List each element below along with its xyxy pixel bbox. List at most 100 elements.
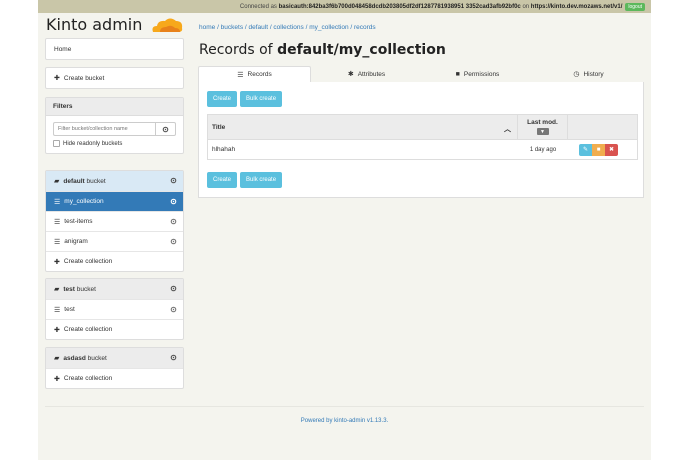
collection-name: my_collection: [64, 198, 104, 205]
list-icon: ☰: [54, 198, 61, 206]
bucket-suffix: bucket: [76, 285, 96, 293]
gear-icon: [162, 126, 169, 132]
create-record-button[interactable]: Create: [207, 91, 238, 107]
column-title-label: Title: [212, 123, 226, 131]
gear-icon: ✱: [347, 71, 354, 78]
home-link-label: Home: [54, 45, 72, 53]
bucket-header-default[interactable]: ▰ default bucket: [46, 171, 183, 191]
record-permissions-button[interactable]: ■: [592, 143, 605, 156]
records-table: Title ︿ Last mod. ▼ hlhahah 1 day ago ✎ …: [207, 114, 638, 160]
tab-label: Attributes: [357, 70, 386, 78]
checkbox-box[interactable]: [53, 140, 60, 147]
folder-icon: ▰: [54, 355, 60, 362]
pencil-icon: ✎: [582, 147, 589, 153]
collection-settings-icon[interactable]: [170, 238, 177, 245]
list-icon: ☰: [237, 71, 244, 79]
filter-settings-button[interactable]: [154, 122, 176, 136]
bucket-settings-icon[interactable]: [170, 177, 177, 184]
column-header-actions: [568, 115, 637, 139]
tab-records[interactable]: ☰ Records: [198, 66, 311, 82]
create-bucket-button[interactable]: ✚ Create bucket: [46, 68, 183, 88]
table-header: Title ︿ Last mod. ▼: [207, 114, 638, 140]
create-collection-label: Create collection: [63, 258, 113, 265]
sidebar-item-test-items[interactable]: ☰ test-items: [46, 211, 183, 231]
plus-icon: ✚: [54, 258, 60, 266]
home-panel: Home: [45, 38, 184, 60]
bucket-suffix: bucket: [87, 354, 107, 362]
sidebar-item-anigram[interactable]: ☰ anigram: [46, 231, 183, 251]
sidebar-item-test[interactable]: ☰ test: [46, 299, 183, 319]
create-record-button[interactable]: Create: [207, 172, 238, 188]
column-last-mod-label: Last mod.: [527, 119, 558, 126]
page-title-name: default/my_collection: [277, 42, 446, 58]
session-server: https://kinto.dev.mozaws.net/v1/: [530, 3, 623, 10]
delete-record-button[interactable]: ✖: [605, 143, 618, 156]
create-bucket-label: Create bucket: [63, 74, 105, 82]
footer-version: v1.13.3.: [366, 418, 389, 424]
list-icon: ☰: [54, 238, 61, 246]
records-panel: Create Bulk create Title ︿ Last mod. ▼ h…: [198, 82, 644, 198]
breadcrumb[interactable]: home / buckets / default / collections /…: [199, 24, 376, 31]
hide-readonly-label: Hide readonly buckets: [63, 140, 123, 147]
top-actions: Create Bulk create: [207, 91, 283, 107]
bucket-settings-icon[interactable]: [170, 354, 177, 361]
tab-history[interactable]: ◷ History: [533, 66, 644, 82]
plus-icon: ✚: [54, 375, 60, 383]
create-collection-button[interactable]: ✚ Create collection: [46, 368, 183, 388]
bulk-create-button[interactable]: Bulk create: [240, 172, 283, 188]
sidebar-item-my-collection[interactable]: ☰ my_collection: [46, 191, 183, 211]
folder-icon: ▰: [54, 286, 60, 293]
tab-label: Records: [247, 71, 272, 78]
collection-settings-icon[interactable]: [170, 198, 177, 205]
sort-up-icon[interactable]: ︿: [504, 124, 511, 134]
collection-name: anigram: [64, 238, 88, 245]
collection-name: test-items: [64, 218, 93, 225]
bucket-panel-asdasd: ▰ asdasd bucket ✚ Create collection: [45, 347, 184, 389]
tab-bar: ☰ Records ✱ Attributes ■ Permissions ◷ H…: [198, 66, 644, 82]
app-window: Connected as basicauth:842ba3f6b700d0484…: [38, 0, 651, 460]
column-header-last-mod[interactable]: Last mod. ▼: [518, 115, 568, 139]
create-collection-label: Create collection: [63, 375, 113, 382]
sort-down-icon[interactable]: ▼: [536, 128, 549, 135]
column-header-title[interactable]: Title ︿: [208, 115, 518, 139]
session-user: basicauth:842ba3f6b700d048458dcdb203805d…: [278, 3, 521, 10]
list-icon: ☰: [54, 306, 61, 314]
create-collection-button[interactable]: ✚ Create collection: [46, 251, 183, 271]
collection-settings-icon[interactable]: [170, 218, 177, 225]
tab-label: Permissions: [463, 70, 500, 78]
hide-readonly-checkbox[interactable]: Hide readonly buckets: [53, 140, 176, 147]
bottom-actions: Create Bulk create: [207, 172, 283, 188]
filters-title: Filters: [46, 98, 183, 116]
create-collection-button[interactable]: ✚ Create collection: [46, 319, 183, 339]
tab-label: History: [583, 70, 604, 78]
footer-divider: [45, 406, 644, 407]
bucket-settings-icon[interactable]: [170, 285, 177, 292]
bulk-create-button[interactable]: Bulk create: [240, 91, 283, 107]
filters-panel: Filters Hide readonly buckets: [45, 97, 184, 154]
plus-icon: ✚: [54, 75, 60, 82]
footer-prefix: Powered by: [300, 418, 333, 424]
plus-icon: ✚: [54, 326, 60, 334]
trash-icon: ✖: [608, 147, 615, 153]
list-icon: ☰: [54, 218, 61, 226]
logout-button[interactable]: logout: [625, 2, 645, 11]
collection-settings-icon[interactable]: [170, 306, 177, 313]
tab-permissions[interactable]: ■ Permissions: [422, 66, 533, 82]
session-bar: Connected as basicauth:842ba3f6b700d0484…: [38, 0, 651, 13]
record-title[interactable]: hlhahah: [208, 146, 518, 153]
edit-record-button[interactable]: ✎: [579, 143, 592, 156]
bucket-name: default: [63, 177, 85, 185]
footer-link[interactable]: kinto-admin: [334, 418, 365, 424]
table-row[interactable]: hlhahah 1 day ago ✎ ■ ✖: [207, 140, 638, 160]
bucket-name: test: [63, 285, 75, 293]
session-on: on: [522, 3, 530, 10]
bucket-suffix: bucket: [86, 177, 106, 185]
bucket-header-asdasd[interactable]: ▰ asdasd bucket: [46, 348, 183, 368]
bucket-header-test[interactable]: ▰ test bucket: [46, 279, 183, 299]
bucket-filter-input[interactable]: [53, 122, 155, 136]
collection-name: test: [64, 306, 75, 313]
sidebar-item-home[interactable]: Home: [46, 39, 183, 59]
bucket-name: asdasd: [63, 354, 86, 362]
create-collection-label: Create collection: [63, 326, 113, 333]
tab-attributes[interactable]: ✱ Attributes: [311, 66, 422, 82]
